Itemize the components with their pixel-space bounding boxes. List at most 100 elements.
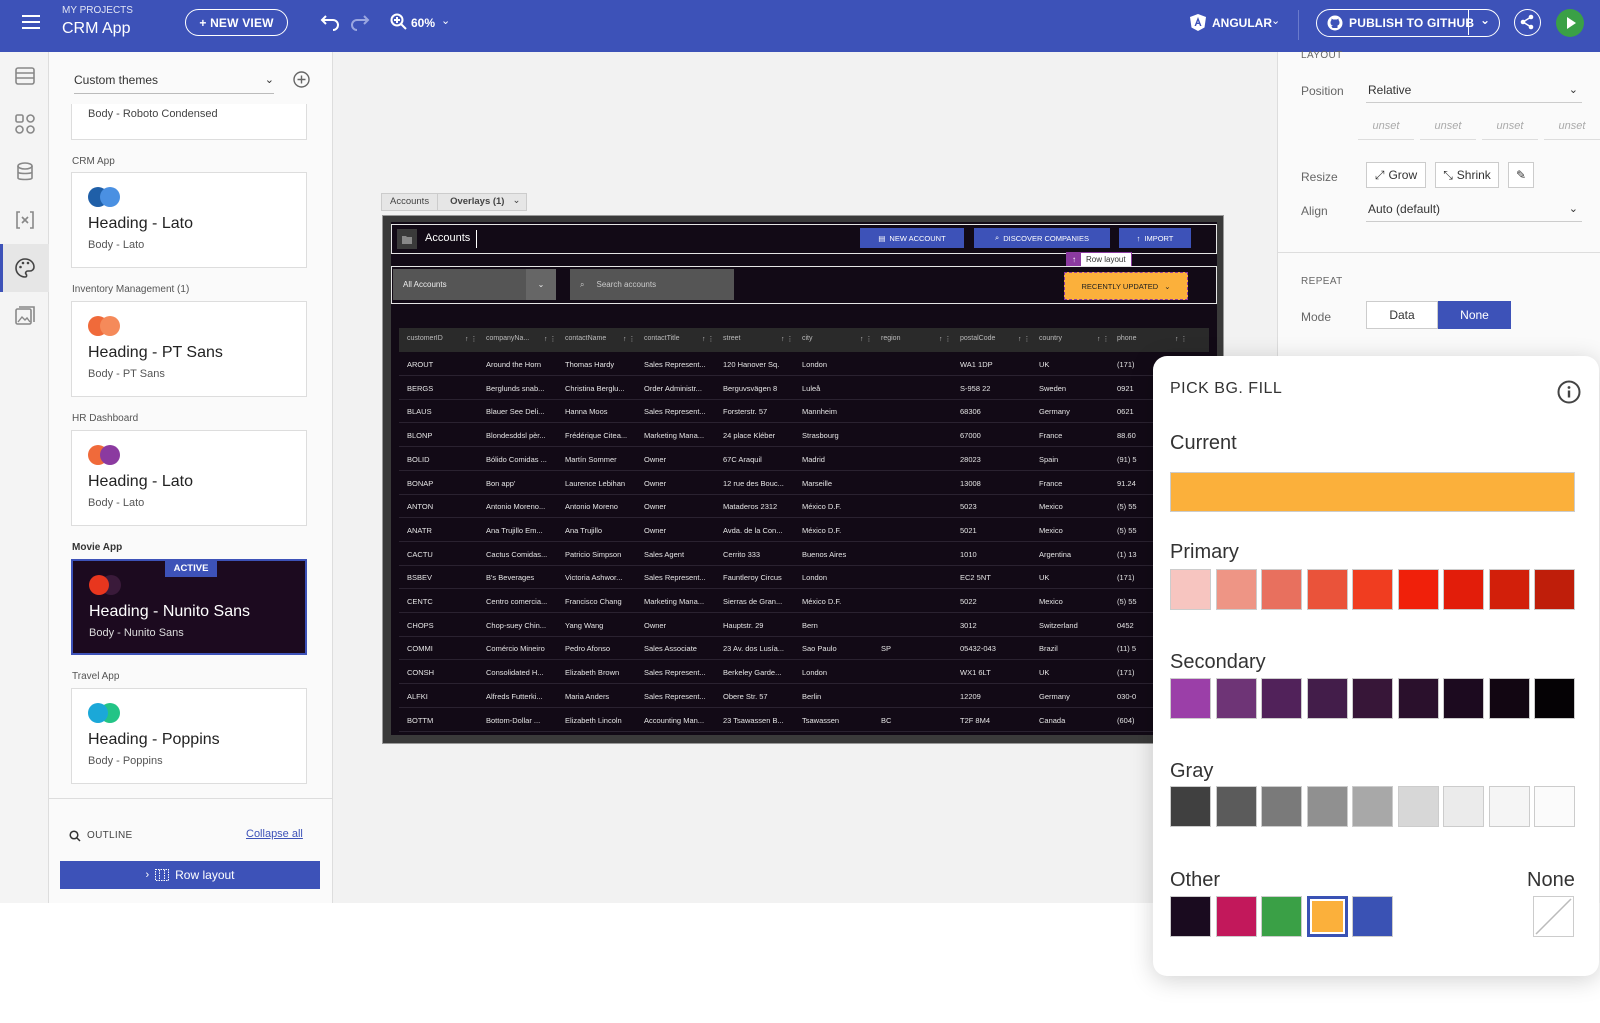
chevron-down-icon[interactable]: ⌄ (1271, 14, 1280, 27)
table-row[interactable]: BLONP Blondesddsl pèr... Frédérique Citea.… (399, 423, 1209, 448)
color-swatch[interactable] (1397, 678, 1439, 719)
theme-select[interactable]: Custom themes ⌄ (74, 66, 274, 94)
color-swatch[interactable] (1215, 786, 1257, 827)
import-button[interactable]: ↑ IMPORT (1119, 228, 1191, 248)
color-swatch[interactable] (1306, 786, 1348, 827)
table-row[interactable]: CENTC Centro comercia... Francisco Chang Ma… (399, 589, 1209, 613)
new-account-button[interactable]: ▤ NEW ACCOUNT (860, 228, 964, 248)
inset-right-field[interactable]: unset (1420, 120, 1476, 140)
theme-card-movie[interactable]: ACTIVE Heading - Nunito Sans Body - Nuni… (71, 559, 307, 655)
run-button[interactable] (1556, 9, 1584, 37)
column-header[interactable]: customerID (407, 335, 443, 342)
table-row[interactable]: CHOPS Chop-suey Chin... Yang Wang Owner Haup… (399, 613, 1209, 637)
sort-icon[interactable]: ↑ ⋮ (465, 335, 477, 343)
sort-icon[interactable]: ↑ ⋮ (860, 335, 872, 343)
color-swatch[interactable] (1215, 569, 1257, 610)
recently-updated-button[interactable]: RECENTLY UPDATED ⌄ (1064, 272, 1188, 300)
sort-icon[interactable]: ↑ ⋮ (702, 335, 714, 343)
color-swatch[interactable] (1352, 569, 1393, 610)
sort-icon[interactable]: ↑ ⋮ (544, 335, 556, 343)
row-layout-tag[interactable]: ↑ Row layout (1066, 252, 1132, 267)
discover-button[interactable]: ⌕ DISCOVER COMPANIES (974, 228, 1110, 248)
column-header[interactable]: city (802, 335, 813, 342)
column-header[interactable]: contactTitle (644, 335, 680, 342)
column-header[interactable]: region (881, 335, 900, 342)
color-swatch[interactable] (1170, 569, 1211, 610)
table-row[interactable]: BONAP Bon app' Laurence Lebihan Owner 12 rue… (399, 471, 1209, 495)
table-row[interactable]: ALFKI Alfreds Futterki... Maria Anders Sale… (399, 684, 1209, 708)
palette-icon[interactable] (13, 256, 37, 280)
table-row[interactable]: BERGS Berglunds snab... Christina Berglu..… (399, 376, 1209, 400)
add-theme-icon[interactable] (293, 71, 310, 88)
color-swatch[interactable] (1488, 569, 1530, 610)
search-icon[interactable] (69, 830, 81, 842)
share-button[interactable] (1514, 9, 1541, 36)
color-swatch[interactable] (1261, 678, 1302, 719)
table-row[interactable]: BLAUS Blauer See Deli... Hanna Moos Sales R… (399, 399, 1209, 424)
shrink-button[interactable]: ⤡ Shrink (1435, 162, 1499, 188)
info-icon[interactable] (1557, 380, 1581, 404)
inset-top-field[interactable]: unset (1358, 120, 1414, 140)
color-swatch[interactable] (1443, 569, 1484, 610)
inset-left-field[interactable]: unset (1544, 120, 1600, 140)
grow-button[interactable]: ⤢ Grow (1366, 162, 1426, 188)
table-row[interactable]: AROUT Around the Horn Thomas Hardy Sales Re… (399, 352, 1209, 376)
zoom-level[interactable]: 60% (411, 16, 435, 30)
sort-icon[interactable]: ↑ ⋮ (1097, 335, 1109, 343)
app-name[interactable]: CRM App (62, 20, 130, 38)
color-swatch[interactable] (1170, 678, 1211, 719)
theme-card-crm[interactable]: Heading - Lato Body - Lato (71, 172, 307, 268)
theme-card-hr[interactable]: Heading - Lato Body - Lato (71, 430, 307, 526)
search-accounts-input[interactable]: ⌕ Search accounts (570, 269, 734, 300)
menu-icon[interactable] (22, 15, 40, 29)
color-swatch[interactable] (1443, 786, 1484, 827)
sort-icon[interactable]: ↑ ⋮ (623, 335, 635, 343)
color-swatch[interactable] (1170, 896, 1211, 937)
color-swatch[interactable] (1534, 678, 1575, 719)
assets-icon[interactable] (13, 304, 37, 328)
color-swatch[interactable] (1488, 678, 1530, 719)
edit-size-button[interactable]: ✎ (1508, 162, 1534, 188)
color-swatch[interactable] (1397, 786, 1439, 827)
table-row[interactable]: BOLID Bólido Comidas ... Martín Sommer Owne… (399, 447, 1209, 471)
table-row[interactable]: CONSH Consolidated H... Elizabeth Brown Sal… (399, 660, 1209, 685)
color-swatch[interactable] (1534, 786, 1575, 827)
zoom-icon[interactable] (390, 13, 408, 31)
color-swatch[interactable] (1170, 786, 1211, 827)
color-swatch[interactable] (1261, 786, 1302, 827)
color-swatch[interactable] (1397, 569, 1439, 610)
table-row[interactable]: ANTON Antonio Moreno... Antonio Moreno Owne… (399, 494, 1209, 519)
views-icon[interactable] (13, 64, 37, 88)
framework-label[interactable]: ANGULAR (1212, 16, 1272, 30)
table-row[interactable]: BSBEV B's Beverages Victoria Ashwor... Sale… (399, 565, 1209, 590)
sort-icon[interactable]: ↑ ⋮ (1175, 335, 1187, 343)
color-swatch[interactable] (1261, 569, 1302, 610)
color-swatch[interactable] (1261, 896, 1302, 937)
collapse-all-link[interactable]: Collapse all (246, 828, 303, 840)
color-swatch[interactable] (1352, 896, 1393, 937)
theme-card-partial[interactable]: Body - Roboto Condensed (71, 104, 307, 140)
color-swatch[interactable] (1488, 786, 1530, 827)
color-swatch[interactable] (1215, 678, 1257, 719)
color-swatch[interactable] (1215, 896, 1257, 937)
color-swatch[interactable] (1306, 896, 1348, 937)
breadcrumb-item[interactable]: Accounts (382, 194, 439, 210)
position-select[interactable]: Relative ⌄ (1366, 77, 1582, 103)
color-swatch[interactable] (1352, 678, 1393, 719)
column-header[interactable]: country (1039, 335, 1062, 342)
publish-button[interactable]: PUBLISH TO GITHUB ⌄ (1316, 9, 1500, 37)
outline-row-layout[interactable]: › Row layout (60, 861, 320, 889)
align-select[interactable]: Auto (default) ⌄ (1366, 196, 1582, 222)
table-row[interactable]: COMMI Comércio Mineiro Pedro Afonso Sales A… (399, 636, 1209, 661)
chevron-down-icon[interactable]: ⌄ (510, 194, 526, 210)
color-swatch[interactable] (1443, 678, 1484, 719)
column-header[interactable]: companyNa... (486, 335, 529, 342)
data-icon[interactable] (13, 160, 37, 184)
undo-icon[interactable] (320, 13, 340, 31)
accounts-filter-select[interactable]: All Accounts ⌄ (393, 269, 556, 300)
app-preview-frame[interactable]: Accounts ▤ NEW ACCOUNT ⌕ DISCOVER COMPANIE… (382, 215, 1224, 744)
mode-data-button[interactable]: Data (1366, 301, 1438, 329)
sort-icon[interactable]: ↑ ⋮ (1018, 335, 1030, 343)
column-header[interactable]: contactName (565, 335, 606, 342)
theme-card-inventory[interactable]: Heading - PT Sans Body - PT Sans (71, 301, 307, 397)
